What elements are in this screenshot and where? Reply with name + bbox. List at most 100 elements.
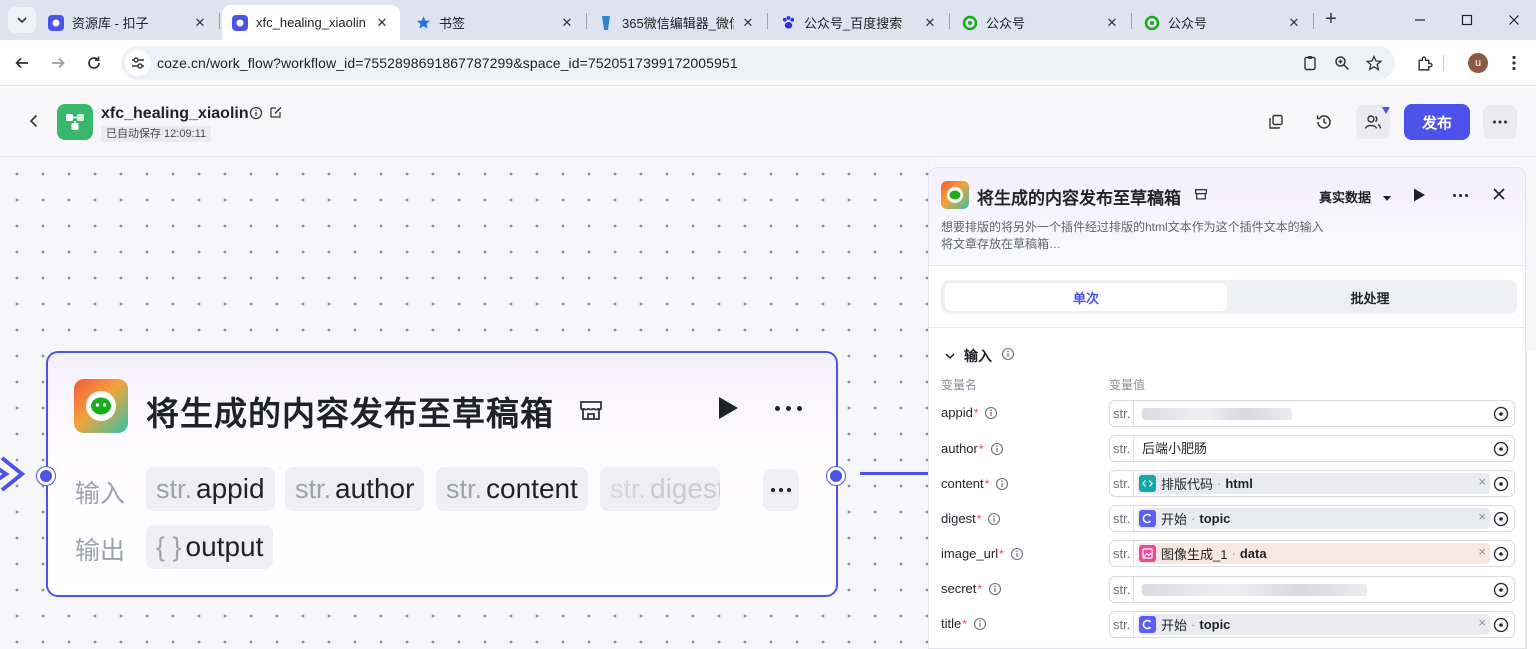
new-tab-button[interactable]: +	[1320, 9, 1342, 31]
tab-close-icon[interactable]: ✕	[374, 15, 390, 31]
tab-search-button[interactable]	[8, 7, 36, 33]
copy-workflow-button[interactable]	[1259, 105, 1293, 139]
tab-close-icon[interactable]: ✕	[922, 15, 938, 31]
tab-resource-library[interactable]: 资源库 - 扣子 ✕	[38, 5, 218, 40]
more-horizontal-icon	[1493, 120, 1507, 124]
workflow-header: xfc_healing_xiaolin 已自动保存 12:09:11 发布	[0, 87, 1536, 157]
panel-more-button[interactable]	[1444, 186, 1476, 204]
type-tag: str.	[1110, 471, 1134, 496]
start-node-icon	[1139, 510, 1156, 527]
type-tag: str.	[1110, 577, 1134, 602]
info-icon[interactable]	[249, 106, 265, 122]
editor-favicon-icon	[598, 15, 614, 31]
panel-close-button[interactable]	[1490, 185, 1508, 203]
tab-close-icon[interactable]: ✕	[1286, 15, 1302, 31]
data-mode-select[interactable]: 真实数据	[1319, 187, 1371, 206]
info-icon	[1010, 547, 1023, 560]
tab-close-icon[interactable]: ✕	[559, 15, 575, 31]
more-inputs-button[interactable]	[763, 469, 799, 511]
tab-batch-run[interactable]: 批处理	[1229, 283, 1511, 311]
remove-reference-icon[interactable]: ×	[1478, 615, 1486, 630]
info-icon[interactable]	[1001, 347, 1015, 361]
minimize-button[interactable]	[1408, 8, 1432, 32]
profile-avatar[interactable]: u	[1468, 53, 1488, 73]
panel-right-edge	[1526, 350, 1536, 649]
history-button[interactable]	[1307, 105, 1341, 139]
run-node-button[interactable]	[712, 393, 742, 423]
tab-365-editor[interactable]: 365微信编辑器_微信 ✕	[588, 5, 766, 40]
variable-reference-tag: 开始 · topic ×	[1137, 508, 1490, 529]
info-icon	[989, 582, 1002, 595]
param-input-title[interactable]: str. 开始 · topic ×	[1109, 611, 1515, 638]
plugin-node-publish-draft[interactable]: 将生成的内容发布至草稿箱 输入 str. appid str. author str…	[37, 351, 845, 597]
param-input-author[interactable]: str. 后端小肥肠	[1109, 435, 1515, 462]
browser-menu-button[interactable]	[1502, 51, 1526, 75]
variable-picker-icon[interactable]	[1493, 406, 1509, 422]
close-window-button[interactable]	[1502, 8, 1526, 32]
zoom-button[interactable]	[1330, 51, 1354, 75]
type-tag: str.	[1110, 506, 1134, 531]
address-bar[interactable]: coze.cn/work_flow?workflow_id=7552898691…	[121, 46, 1395, 80]
reload-button[interactable]	[82, 51, 106, 75]
variable-picker-icon[interactable]	[1493, 617, 1509, 633]
more-actions-button[interactable]	[1483, 105, 1517, 139]
wechat-mp-icon	[1144, 15, 1160, 31]
variable-picker-icon[interactable]	[1493, 511, 1509, 527]
forward-button[interactable]	[46, 51, 70, 75]
tab-workflow[interactable]: xfc_healing_xiaolin ✕	[222, 5, 400, 40]
edit-icon[interactable]	[269, 105, 285, 121]
remove-reference-icon[interactable]: ×	[1478, 544, 1486, 559]
plugin-store-icon[interactable]	[1194, 187, 1208, 201]
tab-official-account-2[interactable]: 公众号 ✕	[1134, 5, 1312, 40]
arrow-left-icon	[15, 57, 28, 69]
variable-picker-icon[interactable]	[1493, 546, 1509, 562]
tab-close-icon[interactable]: ✕	[192, 15, 208, 31]
input-section-title[interactable]: 输入	[964, 346, 992, 366]
maximize-button[interactable]	[1455, 8, 1479, 32]
tab-bookmarks[interactable]: 书签 ✕	[405, 5, 585, 40]
clipboard-button[interactable]	[1298, 51, 1322, 75]
tab-close-icon[interactable]: ✕	[740, 15, 756, 31]
plugin-store-icon[interactable]	[578, 397, 604, 423]
tab-separator	[219, 13, 220, 29]
bookmark-star-button[interactable]	[1362, 51, 1386, 75]
output-port[interactable]	[827, 467, 845, 485]
publish-button[interactable]: 发布	[1404, 104, 1470, 140]
node-output-chip: { } output	[146, 525, 274, 569]
extensions-button[interactable]	[1412, 51, 1436, 75]
tab-close-icon[interactable]: ✕	[1104, 15, 1120, 31]
node-title: 将生成的内容发布至草稿箱	[146, 395, 554, 432]
param-input-secret[interactable]: str.	[1109, 576, 1515, 603]
param-input-appid[interactable]: str.	[1109, 400, 1515, 427]
variable-picker-icon[interactable]	[1493, 582, 1509, 598]
description-line: 想要排版的将另外一个插件经过排版的html文本作为这个插件文本的输入	[941, 220, 1324, 234]
input-port[interactable]	[37, 467, 55, 485]
node-input-chip: str. appid	[146, 467, 275, 511]
remove-reference-icon[interactable]: ×	[1478, 509, 1486, 524]
tab-official-account-1[interactable]: 公众号 ✕	[952, 5, 1130, 40]
puzzle-icon	[1417, 56, 1433, 71]
tab-single-run[interactable]: 单次	[945, 283, 1227, 311]
more-vertical-icon	[1512, 55, 1516, 71]
remove-reference-icon[interactable]: ×	[1478, 474, 1486, 489]
param-input-image-url[interactable]: str. 图像生成_1 · data ×	[1109, 540, 1515, 567]
tab-title: 公众号_百度搜索	[804, 16, 903, 31]
node-more-button[interactable]	[768, 393, 808, 423]
column-header-name: 变量名	[941, 378, 978, 392]
zoom-icon	[1335, 56, 1350, 71]
back-to-list-button[interactable]	[24, 111, 44, 131]
back-button[interactable]	[10, 51, 34, 75]
param-input-content[interactable]: str. 排版代码 · html ×	[1109, 470, 1515, 497]
site-info-button[interactable]	[125, 50, 151, 76]
run-test-button[interactable]	[1410, 186, 1428, 204]
panel-title: 将生成的内容发布至草稿箱	[977, 189, 1181, 208]
param-input-digest[interactable]: str. 开始 · topic ×	[1109, 505, 1515, 532]
chevron-down-icon[interactable]	[944, 349, 956, 361]
code-node-icon	[1139, 475, 1156, 492]
variable-picker-icon[interactable]	[1493, 441, 1509, 457]
toolbar-divider	[1436, 51, 1452, 75]
tab-baidu-search[interactable]: 公众号_百度搜索 ✕	[770, 5, 948, 40]
variable-picker-icon[interactable]	[1493, 476, 1509, 492]
connection-edge[interactable]	[860, 472, 930, 475]
node-input-chip: str. digest	[600, 467, 720, 511]
